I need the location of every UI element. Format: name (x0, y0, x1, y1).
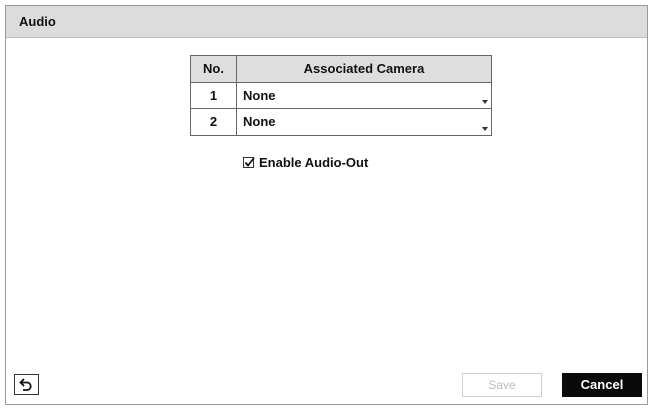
checkmark-icon (244, 157, 255, 167)
audio-dialog: Audio No. Associated Camera 1 None 2 Non… (5, 5, 648, 405)
column-header-associated-camera: Associated Camera (303, 61, 425, 76)
associated-camera-table: No. Associated Camera 1 None 2 None (190, 55, 492, 136)
dropdown-arrow-icon (482, 127, 488, 131)
row-number: 1 (191, 83, 237, 108)
save-button[interactable]: Save (462, 373, 542, 397)
back-arrow-icon (19, 378, 32, 391)
associated-camera-value: None (243, 114, 276, 129)
dropdown-arrow-icon (482, 100, 488, 104)
cancel-button[interactable]: Cancel (562, 373, 642, 397)
associated-camera-value: None (243, 88, 276, 103)
back-button[interactable] (14, 374, 39, 395)
dialog-title: Audio (19, 14, 56, 29)
row-number: 2 (191, 109, 237, 135)
title-bar: Audio (6, 6, 647, 38)
enable-audio-out-checkbox[interactable] (243, 157, 255, 168)
enable-audio-out-label[interactable]: Enable Audio-Out (259, 155, 368, 170)
table-row: 2 None (191, 109, 491, 135)
table-header-row: No. Associated Camera (191, 56, 491, 83)
associated-camera-select-2[interactable]: None (237, 109, 491, 135)
table-row: 1 None (191, 83, 491, 109)
associated-camera-select-1[interactable]: None (237, 83, 491, 108)
column-header-no: No. (191, 56, 237, 82)
